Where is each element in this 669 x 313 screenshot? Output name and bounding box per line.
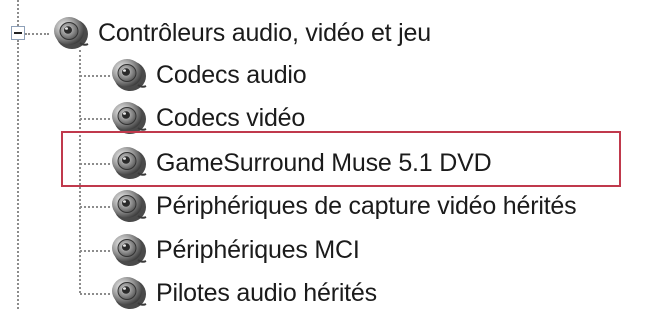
speaker-icon: [50, 13, 90, 53]
device-tree: Contrôleurs audio, vidéo et jeu Codecs a…: [0, 0, 669, 309]
speaker-icon: [108, 55, 148, 95]
tree-node-label: GameSurround Muse 5.1 DVD: [156, 148, 492, 177]
tree-line-vertical-top: [17, 0, 19, 26]
tree-node-label: Contrôleurs audio, vidéo et jeu: [98, 18, 431, 47]
tree-line-vertical-bottom: [17, 40, 19, 309]
speaker-icon: [108, 186, 148, 226]
speaker-icon: [108, 143, 148, 183]
speaker-icon: [108, 273, 148, 313]
tree-node-label: Pilotes audio hérités: [156, 278, 377, 307]
tree-node-pilotes-audio[interactable]: Pilotes audio hérités: [108, 273, 377, 313]
tree-line-child: [80, 250, 110, 252]
tree-line-child: [80, 75, 110, 77]
tree-line-child: [80, 206, 110, 208]
tree-node-codecs-audio[interactable]: Codecs audio: [108, 55, 307, 95]
tree-line-child: [80, 293, 110, 295]
tree-node-gamesurround-muse[interactable]: GameSurround Muse 5.1 DVD: [108, 143, 492, 183]
speaker-icon: [108, 230, 148, 270]
tree-node-label: Périphériques MCI: [156, 235, 360, 264]
tree-node-capture-video[interactable]: Périphériques de capture vidéo hérités: [108, 186, 577, 226]
tree-line-root: [25, 33, 49, 35]
tree-node-label: Périphériques de capture vidéo hérités: [156, 191, 577, 220]
tree-line-child: [80, 118, 110, 120]
tree-node-label: Codecs audio: [156, 60, 307, 89]
tree-node-root[interactable]: Contrôleurs audio, vidéo et jeu: [50, 13, 431, 53]
tree-node-peripheriques-mci[interactable]: Périphériques MCI: [108, 230, 360, 270]
collapse-toggle[interactable]: [11, 26, 25, 40]
tree-node-label: Codecs vidéo: [156, 103, 306, 132]
